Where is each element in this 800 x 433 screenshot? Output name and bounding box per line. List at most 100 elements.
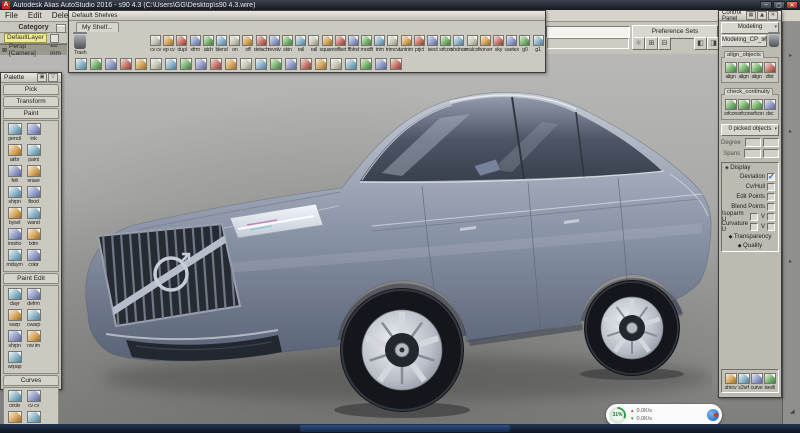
align-icon[interactable] — [738, 62, 750, 73]
trash-icon[interactable] — [74, 35, 86, 49]
menu-edit[interactable]: Edit — [23, 11, 47, 20]
wrpap-tool[interactable]: wrpap — [5, 351, 24, 370]
viewport-close-icon[interactable]: ⊠ — [2, 47, 7, 54]
palette-pin-icon[interactable]: ▣ — [37, 73, 47, 82]
tool-icon[interactable] — [90, 58, 102, 70]
warp-icon[interactable] — [8, 309, 22, 321]
g0-tool[interactable]: g0 — [518, 35, 531, 53]
g0-icon[interactable] — [519, 35, 530, 46]
tool-tool[interactable] — [358, 58, 373, 70]
shelf-trash[interactable]: Trash — [74, 35, 86, 56]
check-row-cv-hull[interactable]: Cv/Hull — [722, 182, 775, 191]
revolv-icon[interactable] — [269, 35, 280, 46]
align-tool[interactable]: align — [724, 62, 737, 80]
tool-icon[interactable] — [240, 58, 252, 70]
felt-tool[interactable]: felt — [5, 165, 24, 184]
atch-tool[interactable]: atch — [202, 35, 215, 53]
shrpn-icon[interactable] — [8, 186, 22, 198]
wand-icon[interactable] — [27, 207, 41, 219]
modft-icon[interactable] — [361, 35, 372, 46]
display-section-header[interactable]: Display — [722, 164, 778, 171]
ink-tool[interactable]: ink — [24, 123, 43, 142]
srfcon-icon[interactable] — [751, 99, 763, 110]
tab-check-continuity[interactable]: check_continuity — [724, 88, 773, 95]
tool-tool[interactable] — [328, 58, 343, 70]
checkbox[interactable] — [767, 193, 775, 201]
untrim-icon[interactable] — [401, 35, 412, 46]
isedt-tool[interactable]: isedt — [763, 373, 776, 391]
tool-tool[interactable] — [208, 58, 223, 70]
detach-icon[interactable] — [256, 35, 267, 46]
palette-tab-curves[interactable]: Curves — [3, 375, 59, 386]
align-tool[interactable]: align — [737, 62, 750, 80]
cv-cv-tool[interactable]: cv cv — [149, 35, 162, 53]
checkbox[interactable] — [767, 223, 775, 231]
horver-icon[interactable] — [480, 35, 491, 46]
palette-tab-paint[interactable]: Paint — [3, 108, 59, 119]
prjct-icon[interactable] — [414, 35, 425, 46]
off-icon[interactable] — [242, 35, 253, 46]
checkbox[interactable] — [767, 213, 775, 221]
split-left-icon[interactable]: ◧ — [694, 37, 707, 50]
shdnon-icon[interactable] — [453, 35, 464, 46]
close-button[interactable]: ✕ — [786, 1, 798, 9]
srfcon-tool[interactable]: srfcon — [737, 99, 750, 117]
palette-tab-transform[interactable]: Transform — [3, 96, 59, 107]
tool-tool[interactable] — [73, 58, 88, 70]
offset-icon[interactable] — [335, 35, 346, 46]
felt-icon[interactable] — [8, 165, 22, 177]
airbr-tool[interactable]: airbr — [5, 144, 24, 163]
tool-icon[interactable] — [105, 58, 117, 70]
bysel-tool[interactable]: bysel — [5, 207, 24, 226]
tool-icon[interactable] — [375, 58, 387, 70]
tool-icon[interactable] — [330, 58, 342, 70]
g1-tool[interactable]: g1 — [531, 35, 544, 53]
cp-up-icon[interactable]: ▲ — [757, 11, 767, 20]
dsc-icon[interactable] — [764, 99, 776, 110]
trimcvt-tool[interactable]: trimcvt — [386, 35, 399, 53]
blend-tool[interactable]: blend — [215, 35, 228, 53]
erase-icon[interactable] — [27, 165, 41, 177]
pencil-icon[interactable] — [8, 123, 22, 135]
degree-field-2[interactable] — [763, 138, 779, 147]
srfcon-tool[interactable]: srfcon — [724, 99, 737, 117]
tool-icon[interactable] — [285, 58, 297, 70]
palette-titlebar[interactable]: Palette ▣ ▽ — [1, 73, 61, 83]
s2srf-icon[interactable] — [738, 373, 750, 384]
imsho-tool[interactable]: imsho — [5, 228, 24, 247]
offset-tool[interactable]: offset — [334, 35, 347, 53]
sky-tool[interactable]: sky — [492, 35, 505, 53]
mdsym-icon[interactable] — [8, 249, 22, 261]
cp-grid-icon[interactable]: ▦ — [746, 11, 756, 20]
tool-tool[interactable] — [298, 58, 313, 70]
taskbar[interactable] — [0, 424, 800, 433]
tool-tool[interactable] — [193, 58, 208, 70]
mulcol-icon[interactable] — [467, 35, 478, 46]
on-tool[interactable]: on — [228, 35, 241, 53]
horver-tool[interactable]: horver — [479, 35, 492, 53]
check-row-edit-points[interactable]: Edit Points — [722, 192, 775, 201]
wrpap-icon[interactable] — [8, 351, 22, 363]
s2srf-tool[interactable]: s2srf — [737, 373, 750, 391]
paint-tool[interactable]: paint — [24, 144, 43, 163]
imsho-icon[interactable] — [8, 228, 22, 240]
srfcon-tool[interactable]: srfcon — [750, 99, 763, 117]
tool-icon[interactable] — [345, 58, 357, 70]
rail-icon[interactable] — [295, 35, 306, 46]
tool-icon[interactable] — [75, 58, 87, 70]
shrpn-tool[interactable]: shrpn — [5, 186, 24, 205]
skin-icon[interactable] — [282, 35, 293, 46]
dsc-tool[interactable]: dsc — [764, 99, 776, 117]
viewport-canvas[interactable]: 31% 0.0K/s 0.0K/s — [0, 54, 782, 424]
isect-tool[interactable]: isect — [426, 35, 439, 53]
tool-tool[interactable] — [253, 58, 268, 70]
rail-tool[interactable]: rail — [294, 35, 307, 53]
menu-grip-icon[interactable] — [56, 24, 66, 33]
cp-close-icon[interactable]: ✕ — [768, 11, 778, 20]
bullet-transparency[interactable]: Transparency — [722, 233, 778, 240]
spans-field-1[interactable] — [744, 149, 760, 158]
align-icon[interactable] — [725, 62, 737, 73]
tool-icon[interactable] — [135, 58, 147, 70]
trim-icon[interactable] — [374, 35, 385, 46]
srfcon-icon[interactable] — [738, 99, 750, 110]
